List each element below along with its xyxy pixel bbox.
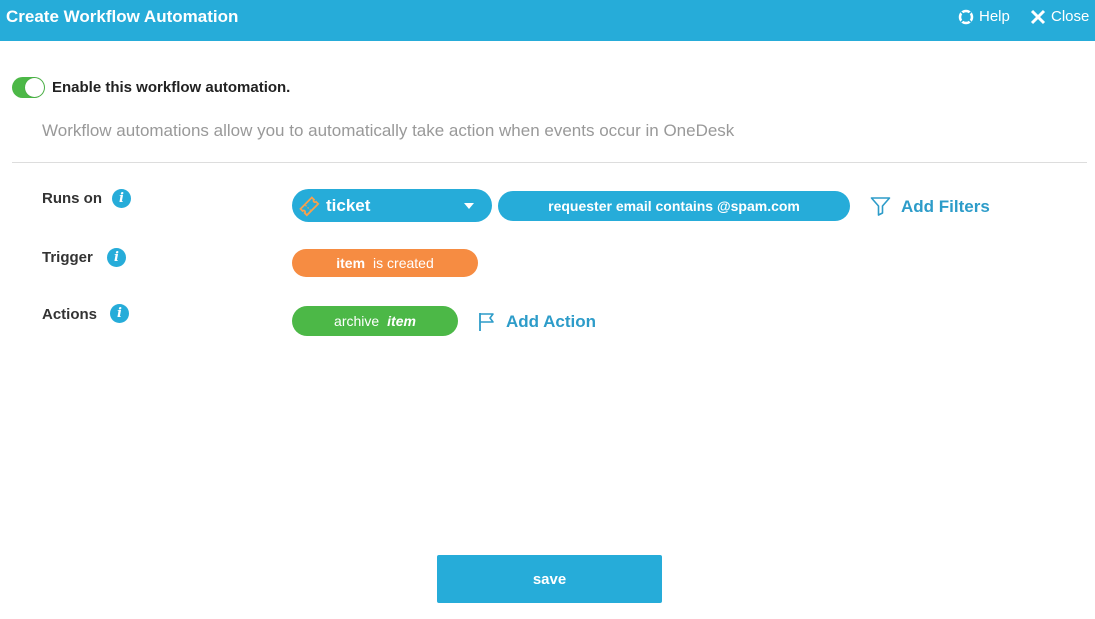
save-button[interactable]: save (437, 555, 662, 603)
flag-icon (479, 313, 494, 331)
toggle-knob (25, 78, 44, 97)
item-type-value: ticket (326, 195, 371, 215)
help-label: Help (979, 8, 1010, 25)
add-filters-label: Add Filters (901, 196, 990, 216)
divider (12, 162, 1087, 163)
runs-on-label: Runs on (42, 190, 102, 207)
item-type-dropdown[interactable]: ticket (292, 189, 492, 222)
runs-on-info-icon[interactable]: i (112, 189, 131, 208)
enable-toggle[interactable] (12, 77, 45, 98)
help-button[interactable]: Help (958, 8, 1010, 25)
add-filters-link[interactable]: Add Filters (870, 196, 990, 217)
close-icon (1030, 9, 1046, 24)
action-object: item (387, 313, 416, 329)
trigger-subject: item (336, 255, 366, 271)
add-action-link[interactable]: Add Action (478, 312, 596, 332)
lifebuoy-icon (958, 9, 974, 24)
dialog-header: Create Workflow Automation Help Close (0, 0, 1095, 41)
close-button[interactable]: Close (1030, 8, 1089, 25)
action-pill[interactable]: archive item (292, 306, 458, 336)
actions-label: Actions (42, 306, 98, 323)
action-verb: archive (334, 313, 380, 329)
chevron-down-icon (464, 203, 474, 209)
trigger-label: Trigger (42, 249, 93, 266)
close-label: Close (1051, 8, 1090, 25)
add-action-label: Add Action (506, 312, 597, 331)
dialog-title: Create Workflow Automation (6, 7, 239, 26)
funnel-icon (870, 197, 891, 216)
description-text: Workflow automations allow you to automa… (42, 121, 735, 140)
trigger-pill[interactable]: item is created (292, 249, 478, 277)
enable-label: Enable this workflow automation. (52, 79, 291, 96)
trigger-info-icon[interactable]: i (107, 248, 126, 267)
ticket-icon (299, 195, 320, 216)
filter-pill[interactable]: requester email contains @spam.com (498, 191, 850, 221)
actions-info-icon[interactable]: i (110, 304, 129, 323)
trigger-event: is created (373, 255, 434, 271)
